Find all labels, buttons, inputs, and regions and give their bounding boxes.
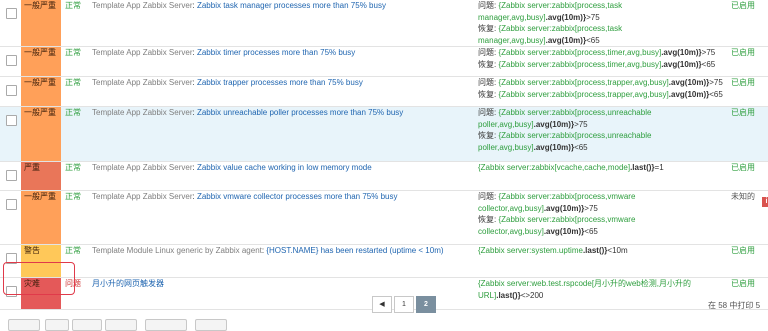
severity-cell: 严重	[21, 161, 61, 191]
expression-cell: 问题: {Zabbix server:zabbix[process,task m…	[476, 0, 728, 47]
action-button[interactable]	[105, 319, 137, 331]
template-link[interactable]: Template Module Linux generic by Zabbix …	[92, 246, 262, 255]
trigger-name-link[interactable]: Zabbix trapper processes more than 75% b…	[197, 78, 363, 87]
severity-cell: 一般严重	[21, 0, 61, 47]
expression-cell: {Zabbix server:zabbix[vcache,cache,mode]…	[476, 161, 728, 191]
status-link[interactable]: 正常	[61, 0, 85, 47]
expression-cell: 问题: {Zabbix server:zabbix[process,trappe…	[476, 76, 728, 107]
table-row: 一般严重 正常 Template App Zabbix Server: Zabb…	[0, 0, 768, 47]
action-button[interactable]	[145, 319, 187, 331]
expression-item-link[interactable]: {Zabbix server:zabbix[process,timer,avg,…	[498, 60, 661, 69]
page-2-button[interactable]: 2	[416, 296, 436, 313]
severity-cell: 一般严重	[21, 106, 61, 162]
triggers-table: 一般严重 正常 Template App Zabbix Server: Zabb…	[0, 0, 768, 310]
result-count: 在 58 中打印 5	[708, 301, 761, 310]
trigger-name-link[interactable]: Zabbix value cache working in low memory…	[197, 163, 372, 172]
enabled-status-link[interactable]: 已启用	[728, 46, 760, 77]
enabled-status-link[interactable]: 已启用	[728, 0, 760, 47]
severity-cell: 一般严重	[21, 190, 61, 245]
expression-item-link[interactable]: {Zabbix server:zabbix[process,timer,avg,…	[498, 48, 661, 57]
row-checkbox[interactable]	[6, 199, 17, 210]
trigger-name-link[interactable]: Zabbix vmware collector processes more t…	[197, 192, 398, 201]
info-icon[interactable]: i	[762, 197, 768, 207]
trigger-name-link[interactable]: {HOST.NAME} has been restarted (uptime <…	[266, 246, 443, 255]
action-buttons-bar	[0, 319, 768, 331]
expression-cell: 问题: {Zabbix server:zabbix[process,unreac…	[476, 106, 728, 162]
template-link[interactable]: Template App Zabbix Server	[92, 78, 193, 87]
template-link[interactable]: Template App Zabbix Server	[92, 48, 193, 57]
enabled-status-link[interactable]: 已启用	[728, 244, 760, 278]
status-link[interactable]: 正常	[61, 190, 85, 245]
row-checkbox[interactable]	[6, 85, 17, 96]
expression-item-link[interactable]: {Zabbix server:zabbix[process,trapper,av…	[498, 78, 668, 87]
table-row: 严重 正常 Template App Zabbix Server: Zabbix…	[0, 161, 768, 191]
template-link[interactable]: Template App Zabbix Server	[92, 163, 193, 172]
table-row: 一般严重 正常 Template App Zabbix Server: Zabb…	[0, 76, 768, 107]
highlight-box	[3, 262, 75, 295]
page-1-button[interactable]: 1	[394, 296, 414, 313]
action-button[interactable]	[45, 319, 69, 331]
table-row: 一般严重 正常 Template App Zabbix Server: Zabb…	[0, 190, 768, 245]
template-link[interactable]: Template App Zabbix Server	[92, 1, 193, 10]
status-link[interactable]: 正常	[61, 76, 85, 107]
enabled-status-link[interactable]: 未知的	[728, 190, 760, 245]
template-link[interactable]: Template App Zabbix Server	[92, 192, 193, 201]
enabled-status-link[interactable]: 已启用	[728, 106, 760, 162]
table-row: 一般严重 正常 Template App Zabbix Server: Zabb…	[0, 106, 768, 162]
pagination: ◀ 1 2	[372, 296, 438, 313]
status-link[interactable]: 正常	[61, 161, 85, 191]
row-checkbox[interactable]	[6, 115, 17, 126]
expression-item-link[interactable]: {Zabbix server:zabbix[vcache,cache,mode]	[478, 163, 630, 172]
prev-page-button[interactable]: ◀	[372, 296, 392, 313]
action-button[interactable]	[72, 319, 102, 331]
row-checkbox[interactable]	[6, 170, 17, 181]
trigger-name-link[interactable]: 月小升的网页触发器	[92, 279, 164, 288]
table-row: 警告 正常 Template Module Linux generic by Z…	[0, 244, 768, 278]
expression-item-link[interactable]: {Zabbix server:system.uptime	[478, 246, 583, 255]
action-button[interactable]	[195, 319, 227, 331]
action-button[interactable]	[8, 319, 40, 331]
severity-cell: 一般严重	[21, 76, 61, 107]
trigger-name-link[interactable]: Zabbix timer processes more than 75% bus…	[197, 48, 355, 57]
trigger-name-link[interactable]: Zabbix task manager processes more than …	[197, 1, 386, 10]
row-checkbox[interactable]	[6, 8, 17, 19]
row-checkbox[interactable]	[6, 55, 17, 66]
status-link[interactable]: 正常	[61, 106, 85, 162]
status-link[interactable]: 正常	[61, 46, 85, 77]
enabled-status-link[interactable]: 已启用	[728, 76, 760, 107]
severity-cell: 一般严重	[21, 46, 61, 77]
enabled-status-link[interactable]: 已启用	[728, 161, 760, 191]
table-row: 一般严重 正常 Template App Zabbix Server: Zabb…	[0, 46, 768, 77]
expression-cell: {Zabbix server:system.uptime.last()}<10m	[476, 244, 728, 278]
template-link[interactable]: Template App Zabbix Server	[92, 108, 193, 117]
expression-cell: 问题: {Zabbix server:zabbix[process,timer,…	[476, 46, 728, 77]
expression-cell: {Zabbix server:web.test.rspcode[月小升的web检…	[476, 277, 728, 310]
trigger-name-link[interactable]: Zabbix unreachable poller processes more…	[197, 108, 403, 117]
expression-cell: 问题: {Zabbix server:zabbix[process,vmware…	[476, 190, 728, 245]
expression-item-link[interactable]: {Zabbix server:zabbix[process,trapper,av…	[498, 90, 668, 99]
